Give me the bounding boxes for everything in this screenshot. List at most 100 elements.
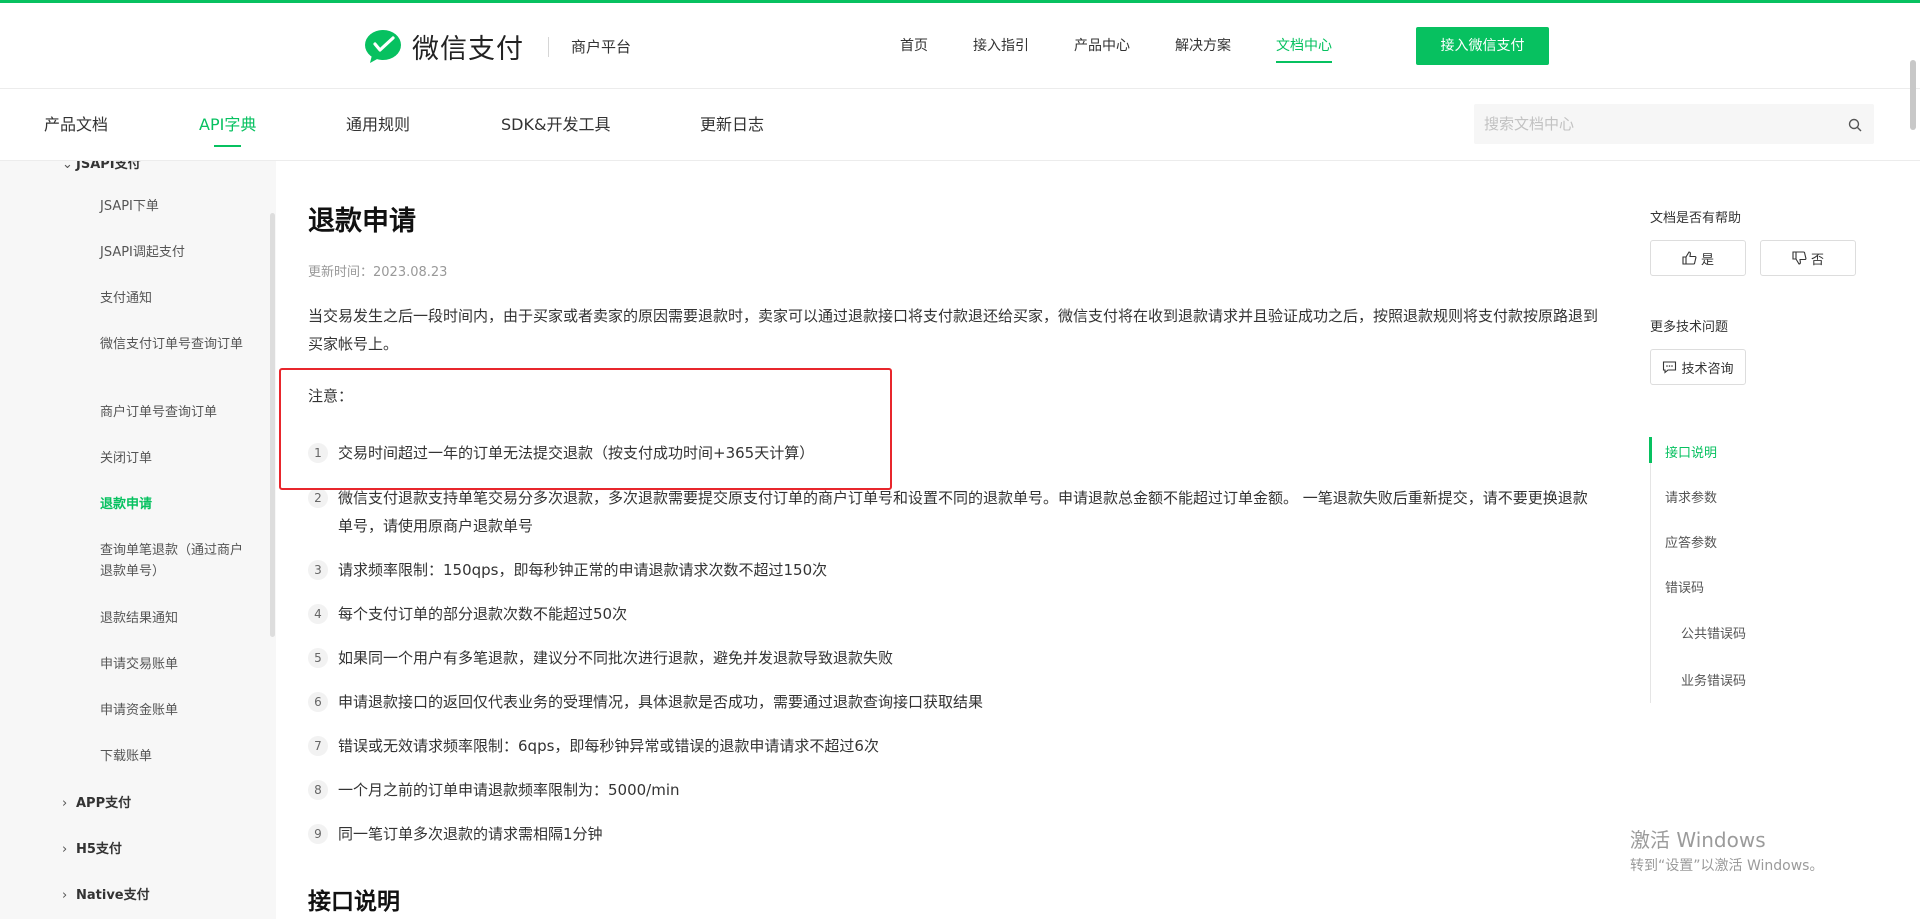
note-number: 2 [308,488,328,508]
tech-consult-button[interactable]: 技术咨询 [1650,349,1746,385]
tab-general-rules[interactable]: 通用规则 [346,89,410,161]
chevron-right-icon: › [62,888,68,903]
nav-solutions[interactable]: 解决方案 [1175,3,1231,89]
tab-api-dictionary[interactable]: API字典 [199,89,256,161]
sidebar-category-label: APP支付 [76,796,132,811]
nav-guide[interactable]: 接入指引 [973,3,1029,89]
sidebar-item[interactable]: 下载账单 [100,746,250,767]
note-item: 9 同一笔订单多次退款的请求需相隔1分钟 [308,820,1598,848]
note-text: 微信支付退款支持单笔交易分多次退款，多次退款需要提交原支付订单的商户订单号和设置… [338,489,1588,535]
wechat-pay-logo-icon [364,29,404,65]
note-number: 9 [308,824,328,844]
watermark-line1: 激活 Windows [1630,828,1766,852]
sidebar-category-label: H5支付 [76,842,122,857]
consult-label: 技术咨询 [1681,361,1734,377]
watermark-line2: 转到“设置”以激活 Windows。 [1630,858,1824,874]
sidebar-category-jsapi[interactable]: ⌄ JSAPI支付 [62,161,141,172]
chevron-down-icon: ⌄ [62,161,73,172]
toc-item[interactable]: 请求参数 [1665,487,1717,506]
section-heading: 接口说明 [308,889,400,915]
page-title: 退款申请 [308,206,416,237]
toc-subitem[interactable]: 公共错误码 [1681,623,1746,642]
sidebar-category-app[interactable]: › APP支付 [62,792,131,811]
updated-time: 更新时间：2023.08.23 [308,265,448,280]
toc-active-marker [1649,437,1652,463]
note-item: 7 错误或无效请求频率限制：6qps，即每秒钟异常或错误的退款申请请求不超过6次 [308,732,1598,760]
right-aside: 文档是否有帮助 是 否 更多技术问题 技术咨询 接口说明 请求参数 应答参数 错… [1649,161,1920,919]
tab-changelog[interactable]: 更新日志 [700,89,764,161]
page-scrollbar[interactable] [1910,60,1916,130]
sidebar-item[interactable]: 申请交易账单 [100,654,250,675]
note-item: 3 请求频率限制：150qps，即每秒钟正常的申请退款请求次数不超过150次 [308,556,1598,584]
toc-item[interactable]: 应答参数 [1665,532,1717,551]
sidebar: ⌄ JSAPI支付 JSAPI下单 JSAPI调起支付 支付通知 微信支付订单号查… [0,161,276,919]
sidebar-category-label: Native支付 [76,888,150,903]
nav-products[interactable]: 产品中心 [1074,3,1130,89]
sidebar-item[interactable]: 微信支付订单号查询订单 [100,334,250,355]
search-input[interactable] [1484,104,1824,144]
note-text: 申请退款接口的返回仅代表业务的受理情况，具体退款是否成功，需要通过退款查询接口获… [338,693,984,711]
note-text: 请求频率限制：150qps，即每秒钟正常的申请退款请求次数不超过150次 [338,561,828,579]
note-number: 4 [308,604,328,624]
nav-docs[interactable]: 文档中心 [1276,3,1332,89]
note-item: 5 如果同一个用户有多笔退款，建议分不同批次进行退款，避免并发退款导致退款失败 [308,644,1598,672]
site-header: 微信支付 商户平台 首页 接入指引 产品中心 解决方案 文档中心 接入微信支付 [0,3,1920,89]
sidebar-category-native[interactable]: › Native支付 [62,884,150,903]
logo[interactable]: 微信支付 商户平台 [364,27,631,66]
chevron-right-icon: › [62,796,68,811]
windows-activation-watermark: 激活 Windows 转到“设置”以激活 Windows。 [1630,824,1823,875]
no-label: 否 [1810,252,1824,268]
sidebar-category-h5[interactable]: › H5支付 [62,838,122,857]
note-item: 2 微信支付退款支持单笔交易分多次退款，多次退款需要提交原支付订单的商户订单号和设… [308,484,1598,540]
tab-sdk-tools[interactable]: SDK&开发工具 [501,89,610,161]
chat-icon [1663,361,1677,374]
join-wechat-pay-button[interactable]: 接入微信支付 [1416,27,1549,65]
note-number: 7 [308,736,328,756]
table-of-contents: 接口说明 请求参数 应答参数 错误码 公共错误码 业务错误码 [1649,437,1850,703]
sidebar-item[interactable]: JSAPI调起支付 [100,242,250,263]
logo-divider [548,36,549,57]
toc-item[interactable]: 错误码 [1665,577,1704,596]
more-questions-label: 更多技术问题 [1650,320,1729,335]
sidebar-item[interactable]: 支付通知 [100,288,250,309]
top-nav: 首页 接入指引 产品中心 解决方案 文档中心 [900,3,1377,89]
note-text: 错误或无效请求频率限制：6qps，即每秒钟异常或错误的退款申请请求不超过6次 [338,737,879,755]
note-number: 3 [308,560,328,580]
thumbs-down-icon [1792,251,1807,265]
sidebar-item[interactable]: JSAPI下单 [100,196,250,217]
note-number: 5 [308,648,328,668]
intro-paragraph: 当交易发生之后一段时间内，由于买家或者卖家的原因需要退款时，卖家可以通过退款接口… [308,307,1599,353]
sidebar-scrollbar[interactable] [270,213,275,637]
note-text: 一个月之前的订单申请退款频率限制为：5000/min [338,781,680,799]
sidebar-item[interactable]: 查询单笔退款（通过商户退款单号） [100,540,250,582]
toc-subitem[interactable]: 业务错误码 [1681,670,1746,689]
sidebar-item[interactable]: 退款结果通知 [100,608,250,629]
logo-text: 微信支付 [412,34,524,65]
tab-product-docs[interactable]: 产品文档 [44,89,108,161]
search-icon[interactable] [1848,117,1862,136]
thumbs-up-icon [1682,251,1697,265]
doc-subnav: 产品文档 API字典 通用规则 SDK&开发工具 更新日志 [0,89,1920,161]
note-number: 6 [308,692,328,712]
sidebar-item[interactable]: 商户订单号查询订单 [100,402,250,423]
nav-home[interactable]: 首页 [900,3,928,89]
yes-label: 是 [1700,252,1714,268]
sidebar-category-label: JSAPI支付 [76,161,141,172]
note-item: 6 申请退款接口的返回仅代表业务的受理情况，具体退款是否成功，需要通过退款查询接口… [308,688,1598,716]
note-text: 同一笔订单多次退款的请求需相隔1分钟 [338,825,603,843]
chevron-right-icon: › [62,842,68,857]
note-item: 4 每个支付订单的部分退款次数不能超过50次 [308,600,1598,628]
logo-subtitle: 商户平台 [571,38,632,56]
sidebar-item-active[interactable]: 退款申请 [100,494,250,515]
sidebar-item[interactable]: 申请资金账单 [100,700,250,721]
highlight-annotation-box [279,368,892,490]
note-text: 每个支付订单的部分退款次数不能超过50次 [338,605,628,623]
toc-item-active[interactable]: 接口说明 [1665,442,1717,461]
doc-search [1474,104,1874,144]
note-text: 如果同一个用户有多笔退款，建议分不同批次进行退款，避免并发退款导致退款失败 [338,649,894,667]
helpful-no-button[interactable]: 否 [1760,240,1856,276]
note-number: 8 [308,780,328,800]
helpful-yes-button[interactable]: 是 [1650,240,1746,276]
sidebar-item[interactable]: 关闭订单 [100,448,250,469]
doc-content: 退款申请 更新时间：2023.08.23 当交易发生之后一段时间内，由于买家或者… [276,161,1599,919]
